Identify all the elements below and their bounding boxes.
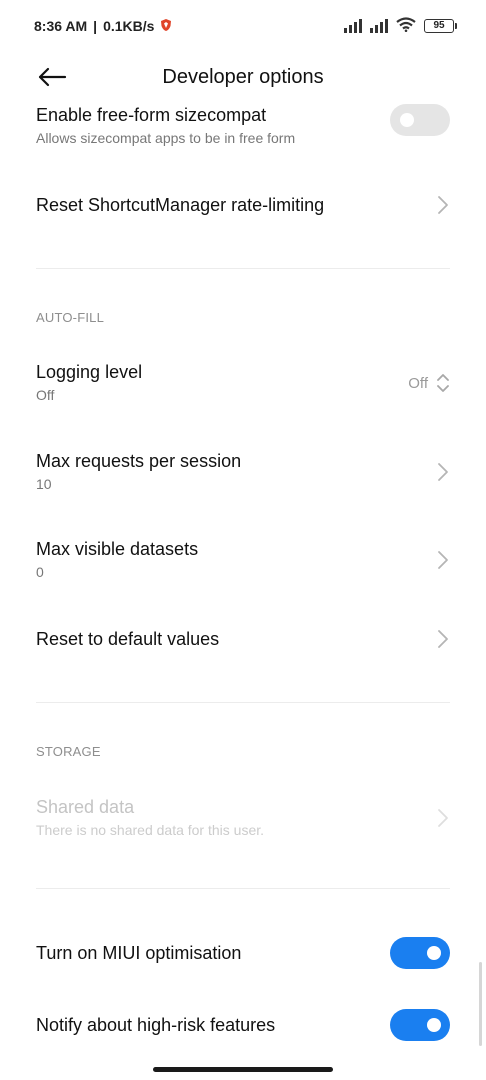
- miui-optimisation-title: Turn on MIUI optimisation: [36, 943, 242, 963]
- status-right: 95: [344, 17, 457, 35]
- divider: [36, 268, 450, 269]
- chevron-right-icon: [438, 630, 448, 648]
- max-requests-title: Max requests per session: [36, 451, 242, 471]
- freeform-sizecompat-toggle[interactable]: [390, 104, 450, 136]
- logging-level-title: Logging level: [36, 362, 143, 382]
- freeform-sizecompat-row[interactable]: Enable free-form sizecompat Allows sizec…: [0, 102, 486, 154]
- settings-list: Enable free-form sizecompat Allows sizec…: [0, 102, 486, 1080]
- max-datasets-text: Max visible datasets 0: [36, 538, 436, 582]
- shared-data-summary: There is no shared data for this user.: [36, 822, 265, 838]
- status-bar: 8:36 AM | 0.1KB/s 95: [0, 0, 486, 52]
- section-header-autofill: AUTO-FILL: [36, 310, 105, 325]
- logging-level-value-group[interactable]: Off: [408, 372, 450, 394]
- toggle-knob: [400, 113, 414, 127]
- reset-shortcutmanager-row[interactable]: Reset ShortcutManager rate-limiting: [0, 180, 486, 230]
- divider: [36, 888, 450, 889]
- shared-data-text: Shared data There is no shared data for …: [36, 796, 436, 840]
- high-risk-toggle[interactable]: [390, 1009, 450, 1041]
- high-risk-row[interactable]: Notify about high-risk features: [0, 1000, 486, 1050]
- max-requests-text: Max requests per session 10: [36, 450, 436, 494]
- shared-data-row: Shared data There is no shared data for …: [0, 793, 486, 843]
- signal-icon-2: [370, 19, 388, 33]
- chevron-right-icon: [438, 196, 448, 214]
- battery-icon: 95: [424, 19, 457, 33]
- back-button[interactable]: [30, 60, 74, 94]
- toggle-knob: [427, 946, 441, 960]
- freeform-sizecompat-text: Enable free-form sizecompat Allows sizec…: [36, 104, 390, 148]
- scrollbar[interactable]: [479, 962, 482, 1046]
- shield-icon: [160, 18, 172, 35]
- miui-optimisation-row[interactable]: Turn on MIUI optimisation: [0, 928, 486, 978]
- reset-shortcutmanager-text: Reset ShortcutManager rate-limiting: [36, 194, 436, 216]
- chevron-right-icon: [438, 463, 448, 481]
- chevron-right-icon: [438, 809, 448, 827]
- max-requests-row[interactable]: Max requests per session 10: [0, 447, 486, 497]
- dropdown-updown-icon: [437, 374, 449, 392]
- status-speed: 0.1KB/s: [103, 18, 155, 34]
- section-header-storage: STORAGE: [36, 744, 101, 759]
- logging-level-value: Off: [408, 374, 428, 392]
- logging-level-summary: Off: [36, 387, 55, 403]
- toggle-knob: [427, 1018, 441, 1032]
- status-separator: |: [93, 18, 98, 34]
- app-bar: Developer options: [0, 52, 486, 102]
- logging-level-text: Logging level Off: [36, 361, 408, 405]
- screen: 8:36 AM | 0.1KB/s 95 Developer options E…: [0, 0, 486, 1080]
- reset-defaults-row[interactable]: Reset to default values: [0, 614, 486, 664]
- page-title: Developer options: [162, 65, 324, 88]
- wifi-icon: [396, 17, 416, 35]
- reset-shortcutmanager-title: Reset ShortcutManager rate-limiting: [36, 195, 325, 215]
- high-risk-text: Notify about high-risk features: [36, 1014, 390, 1036]
- divider: [36, 702, 450, 703]
- max-requests-summary: 10: [36, 476, 52, 492]
- max-datasets-title: Max visible datasets: [36, 539, 199, 559]
- chevron-right-icon: [438, 551, 448, 569]
- high-risk-title: Notify about high-risk features: [36, 1015, 276, 1035]
- max-datasets-row[interactable]: Max visible datasets 0: [0, 535, 486, 585]
- logging-level-row[interactable]: Logging level Off Off: [0, 358, 486, 408]
- freeform-sizecompat-summary: Allows sizecompat apps to be in free for…: [36, 130, 296, 146]
- home-indicator[interactable]: [153, 1067, 333, 1072]
- miui-optimisation-toggle[interactable]: [390, 937, 450, 969]
- reset-defaults-text: Reset to default values: [36, 628, 436, 650]
- shared-data-title: Shared data: [36, 797, 135, 817]
- status-time: 8:36 AM: [34, 18, 88, 34]
- freeform-sizecompat-title: Enable free-form sizecompat: [36, 105, 267, 125]
- status-left: 8:36 AM | 0.1KB/s: [34, 18, 172, 35]
- reset-defaults-title: Reset to default values: [36, 629, 220, 649]
- back-arrow-icon: [38, 67, 67, 87]
- signal-icon: [344, 19, 362, 33]
- miui-optimisation-text: Turn on MIUI optimisation: [36, 942, 390, 964]
- max-datasets-summary: 0: [36, 564, 44, 580]
